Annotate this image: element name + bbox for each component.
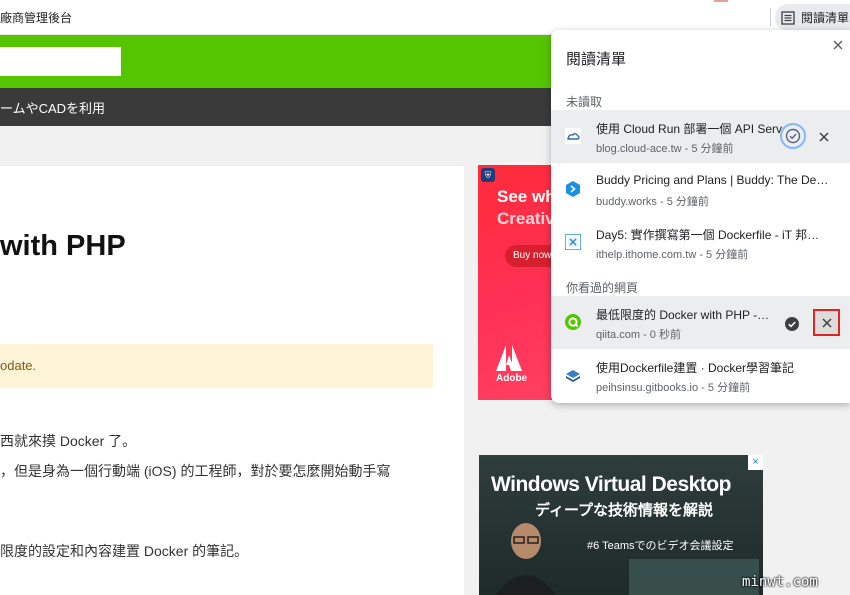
check-circle-icon	[785, 128, 801, 144]
reading-list-icon	[781, 10, 795, 25]
nav-text[interactable]: ームやCADを利用	[0, 98, 105, 117]
article-card: with PHP odate. 西就來摸 Docker 了。 ，但是身為一個行動…	[0, 166, 464, 595]
remove-button-highlighted[interactable]	[813, 309, 840, 336]
article-paragraph: 限度的設定和內容建置 Docker 的筆記。	[0, 543, 249, 559]
item-subtitle: qiita.com - 0 秒前	[596, 329, 681, 341]
check-circle-filled-icon[interactable]	[784, 316, 800, 332]
remove-icon	[821, 317, 832, 328]
ad-person-image	[496, 523, 556, 595]
site-watermark: minwt.com	[742, 574, 818, 590]
mark-as-read-button[interactable]	[780, 123, 806, 149]
tab-indicator	[714, 0, 728, 2]
gitbook-icon	[566, 370, 580, 382]
buddy-icon	[566, 181, 580, 197]
remove-icon[interactable]	[816, 129, 832, 145]
article-title: with PHP	[0, 230, 126, 262]
cloud-ace-icon	[565, 128, 581, 144]
panel-title: 閱讀清單	[566, 51, 627, 68]
ad-shield-icon: ⛨	[481, 168, 495, 182]
qiita-icon	[565, 314, 581, 330]
reading-list-item[interactable]: 使用 Cloud Run 部署一個 API Server blog.cloud-…	[551, 110, 850, 163]
section-label-read: 你看過的網頁	[566, 281, 639, 295]
bookmark-vendor-admin[interactable]: 廠商管理後台	[0, 9, 72, 26]
section-label-unread: 未讀取	[566, 95, 603, 109]
reading-list-button[interactable]: 閱讀清單	[775, 4, 850, 31]
ad-subheadline: #6 Teamsでのビデオ会議設定	[587, 540, 734, 552]
reading-list-item[interactable]: Day5: 實作撰寫第一個 Dockerfile - iT 邦幫忙::一起幫忙解…	[551, 216, 850, 269]
reading-list-item[interactable]: 最低限度的 Docker with PHP - Qiita qiita.com …	[551, 296, 850, 349]
toolbar-divider	[770, 8, 771, 26]
ad-brand: Adobe	[496, 373, 528, 384]
article-paragraph: 西就來摸 Docker 了。	[0, 433, 137, 449]
update-notice-text: odate.	[0, 358, 37, 373]
ad-monitor-image	[629, 559, 759, 595]
item-title: Day5: 實作撰寫第一個 Dockerfile - iT 邦幫忙::一起幫忙解…	[596, 228, 831, 242]
reading-list-panel: 閱讀清單 未讀取 使用 Cloud Run 部署一個 API Server bl…	[551, 30, 850, 403]
site-search-input[interactable]	[0, 47, 121, 76]
update-notice: odate.	[0, 344, 433, 388]
ad-buy-button[interactable]: Buy now	[505, 245, 552, 267]
ithome-icon	[565, 234, 581, 250]
item-subtitle: peihsinsu.gitbooks.io - 5 分鐘前	[596, 382, 751, 394]
reading-list-button-label: 閱讀清單	[801, 11, 850, 25]
ad-headline: Creativ	[497, 209, 552, 228]
item-title: 最低限度的 Docker with PHP - Qiita	[596, 308, 771, 322]
article-paragraph: ，但是身為一個行動端 (iOS) 的工程師，對於要怎麼開始動手寫	[0, 463, 391, 479]
ad-headline: See wh	[497, 187, 552, 206]
ad-headline: ディープな技術情報を解説	[535, 502, 714, 519]
windows-virtual-desktop-ad[interactable]: × Windows Virtual Desktop ディープな技術情報を解説 #…	[479, 455, 763, 595]
reading-list-item[interactable]: 使用Dockerfile建置 · Docker學習筆記 peihsinsu.gi…	[551, 349, 850, 402]
close-icon[interactable]	[831, 38, 845, 52]
item-title: 使用Dockerfile建置 · Docker學習筆記	[596, 361, 795, 375]
adobe-ad-banner[interactable]: ⛨ See wh Creativ Buy now Adobe	[478, 165, 552, 400]
adobe-logo-icon	[496, 345, 522, 371]
item-subtitle: ithelp.ithome.com.tw - 5 分鐘前	[596, 249, 749, 261]
ad-close-icon[interactable]: ×	[748, 455, 763, 470]
reading-list-item[interactable]: Buddy Pricing and Plans | Buddy: The Dev…	[551, 163, 850, 216]
item-subtitle: buddy.works - 5 分鐘前	[596, 196, 709, 208]
item-title: Buddy Pricing and Plans | Buddy: The Dev…	[596, 173, 831, 187]
item-subtitle: blog.cloud-ace.tw - 5 分鐘前	[596, 143, 734, 155]
ad-headline: Windows Virtual Desktop	[491, 473, 731, 496]
